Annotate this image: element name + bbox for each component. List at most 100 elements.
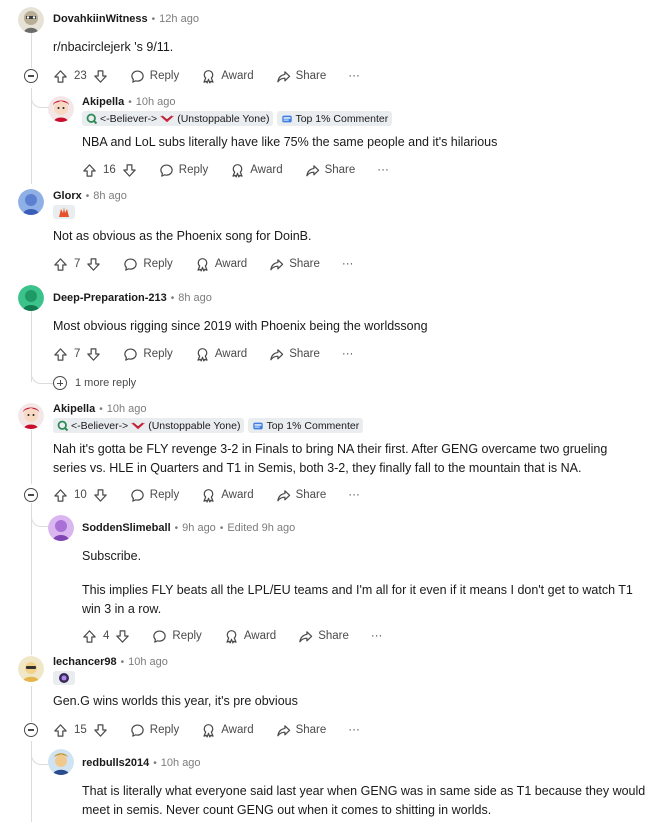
arrow-up-icon[interactable] bbox=[82, 629, 97, 644]
avatar[interactable] bbox=[48, 96, 74, 122]
reply-button[interactable]: Reply bbox=[159, 163, 208, 178]
avatar[interactable] bbox=[48, 515, 74, 541]
thread-elbow bbox=[31, 88, 49, 108]
separator: • bbox=[170, 292, 175, 304]
vote-group: 7 bbox=[53, 257, 101, 272]
comment-body: Subscribe. bbox=[82, 549, 142, 563]
vote-group: 10 bbox=[53, 488, 108, 503]
award-button[interactable]: Award bbox=[201, 488, 254, 503]
comment-meta: DovahkiinWitness • 12h ago bbox=[53, 13, 199, 25]
avatar[interactable] bbox=[18, 656, 44, 682]
timestamp: 8h ago bbox=[93, 190, 127, 202]
arrow-down-icon[interactable] bbox=[86, 257, 101, 272]
more-options-button[interactable]: ··· bbox=[342, 258, 354, 270]
award-button[interactable]: Award bbox=[195, 347, 247, 362]
award-label: Award bbox=[221, 489, 254, 501]
arrow-down-icon[interactable] bbox=[93, 488, 108, 503]
arrow-down-icon[interactable] bbox=[93, 723, 108, 738]
share-button[interactable]: Share bbox=[269, 347, 320, 362]
arrow-up-icon[interactable] bbox=[53, 257, 68, 272]
reply-button[interactable]: Reply bbox=[152, 629, 202, 644]
arrow-up-icon[interactable] bbox=[82, 163, 97, 178]
award-button[interactable]: Award bbox=[201, 723, 254, 738]
more-options-button[interactable]: ··· bbox=[371, 630, 383, 642]
username[interactable]: Glorx bbox=[53, 190, 82, 202]
share-button[interactable]: Share bbox=[269, 257, 320, 272]
vote-count: 23 bbox=[74, 70, 87, 82]
arrow-up-icon[interactable] bbox=[53, 488, 68, 503]
separator: • bbox=[151, 13, 156, 25]
username[interactable]: Deep-Preparation-213 bbox=[53, 292, 167, 304]
username[interactable]: Akipella bbox=[53, 403, 95, 415]
arrow-up-icon[interactable] bbox=[53, 347, 68, 362]
arrow-up-icon[interactable] bbox=[53, 723, 68, 738]
more-replies-button[interactable]: 1 more reply bbox=[53, 376, 136, 390]
collapse-icon[interactable] bbox=[24, 488, 38, 502]
arrow-down-icon[interactable] bbox=[115, 629, 130, 644]
collapse-icon[interactable] bbox=[24, 723, 38, 737]
reply-button[interactable]: Reply bbox=[130, 723, 179, 738]
award-icon bbox=[201, 69, 216, 84]
award-button[interactable]: Award bbox=[230, 163, 283, 178]
wings-icon bbox=[159, 114, 175, 124]
avatar[interactable] bbox=[18, 285, 44, 311]
comment-meta: Glorx • 8h ago bbox=[53, 190, 127, 202]
award-button[interactable]: Award bbox=[195, 257, 247, 272]
arrow-down-icon[interactable] bbox=[93, 69, 108, 84]
username[interactable]: Akipella bbox=[82, 96, 124, 108]
arrow-down-icon[interactable] bbox=[86, 347, 101, 362]
reply-label: Reply bbox=[149, 489, 180, 501]
more-options-button[interactable]: ··· bbox=[377, 164, 389, 176]
reply-button[interactable]: Reply bbox=[123, 347, 173, 362]
comment-meta: Akipella • 10h ago bbox=[82, 96, 175, 108]
share-arrow-icon bbox=[269, 257, 284, 272]
reply-button[interactable]: Reply bbox=[130, 69, 179, 84]
share-button[interactable]: Share bbox=[305, 163, 355, 178]
award-button[interactable]: Award bbox=[201, 69, 254, 84]
flair-text: <-Believer-> bbox=[100, 112, 158, 125]
share-button[interactable]: Share bbox=[276, 488, 326, 503]
award-icon bbox=[201, 488, 216, 503]
separator: • bbox=[99, 403, 103, 415]
username[interactable]: lechancer98 bbox=[53, 656, 117, 668]
more-options-button[interactable]: ··· bbox=[342, 348, 354, 360]
comment-actions: 23 Reply Award Share ··· bbox=[53, 65, 382, 87]
award-icon bbox=[230, 163, 245, 178]
collapse-icon[interactable] bbox=[24, 69, 38, 83]
comment-actions: 10 Reply Award Share ··· bbox=[53, 484, 382, 506]
vote-count: 7 bbox=[74, 348, 81, 360]
share-button[interactable]: Share bbox=[298, 629, 349, 644]
share-button[interactable]: Share bbox=[276, 723, 326, 738]
comment-actions: 7 Reply Award Share ··· bbox=[53, 343, 375, 365]
timestamp: 9h ago bbox=[182, 522, 216, 534]
timestamp: 12h ago bbox=[159, 13, 199, 25]
speech-bubble-icon bbox=[130, 723, 145, 738]
award-icon bbox=[195, 257, 210, 272]
more-options-button[interactable]: ··· bbox=[348, 724, 360, 736]
arrow-down-icon[interactable] bbox=[122, 163, 137, 178]
share-button[interactable]: Share bbox=[276, 69, 326, 84]
user-flairs: <-Believer-> (Unstoppable Yone) Top 1% C… bbox=[53, 418, 364, 433]
avatar[interactable] bbox=[18, 7, 44, 33]
username[interactable]: SoddenSlimeball bbox=[82, 522, 171, 534]
more-options-button[interactable]: ··· bbox=[348, 70, 360, 82]
avatar[interactable] bbox=[48, 749, 74, 775]
more-options-button[interactable]: ··· bbox=[348, 489, 360, 501]
share-arrow-icon bbox=[276, 488, 291, 503]
avatar[interactable] bbox=[18, 403, 44, 429]
avatar[interactable] bbox=[18, 189, 44, 215]
username[interactable]: DovahkiinWitness bbox=[53, 13, 148, 25]
badge-text: Top 1% Commenter bbox=[266, 419, 360, 432]
vote-count: 15 bbox=[74, 724, 87, 736]
flair-text: <-Believer-> bbox=[71, 419, 129, 432]
flair-emblem-icon bbox=[53, 671, 75, 685]
arrow-up-icon[interactable] bbox=[53, 69, 68, 84]
separator: • bbox=[85, 190, 90, 202]
award-label: Award bbox=[214, 258, 248, 270]
plus-circle-icon bbox=[53, 376, 67, 390]
username[interactable]: redbulls2014 bbox=[82, 757, 149, 769]
comment-body: Most obvious rigging since 2019 with Pho… bbox=[53, 319, 428, 333]
reply-button[interactable]: Reply bbox=[130, 488, 179, 503]
reply-button[interactable]: Reply bbox=[123, 257, 173, 272]
award-button[interactable]: Award bbox=[224, 629, 276, 644]
